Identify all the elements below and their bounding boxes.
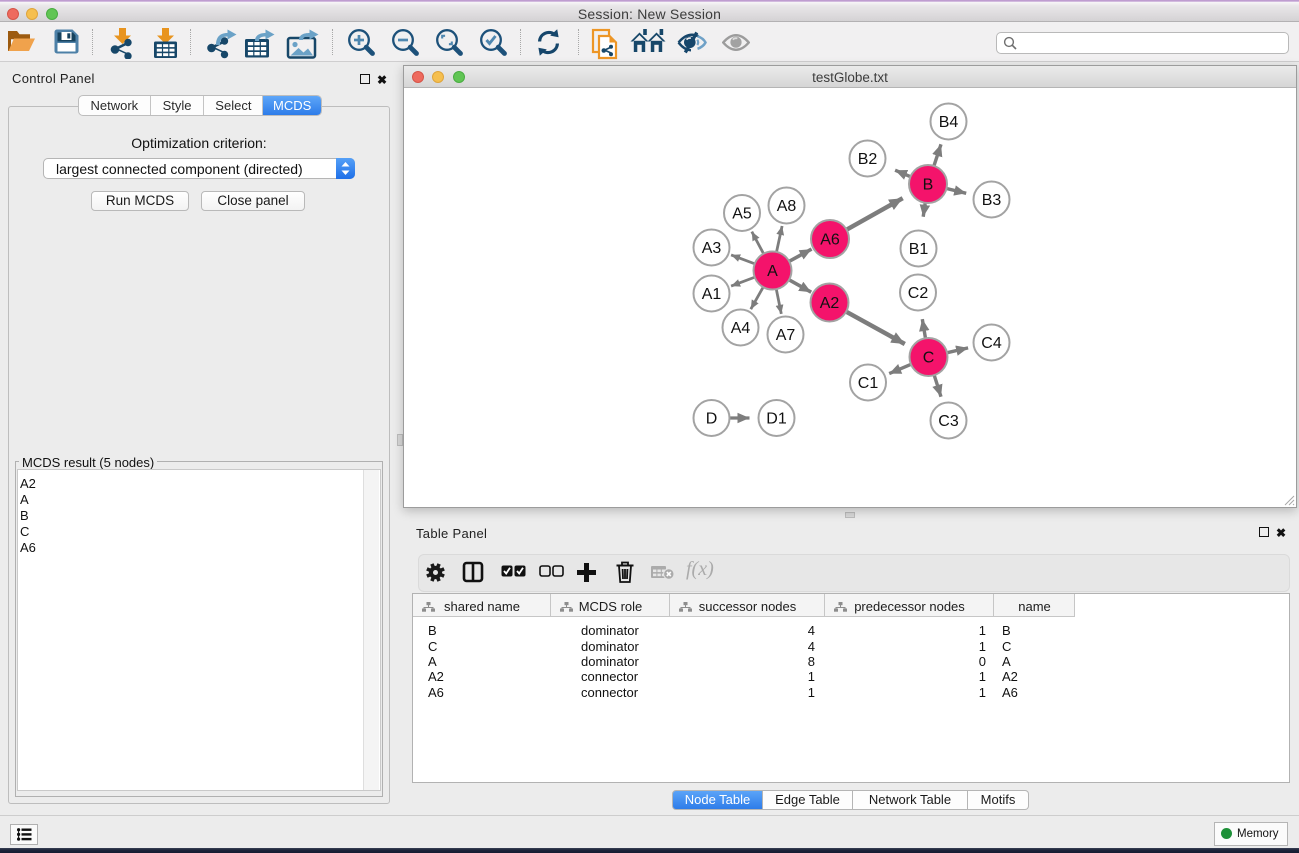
svg-text:D: D <box>706 411 718 428</box>
svg-text:A1: A1 <box>702 286 722 303</box>
svg-text:B1: B1 <box>909 241 929 258</box>
svg-text:B3: B3 <box>982 192 1002 209</box>
svg-text:C1: C1 <box>858 375 879 392</box>
svg-text:A4: A4 <box>731 320 751 337</box>
svg-text:A6: A6 <box>820 232 840 249</box>
svg-text:C4: C4 <box>981 335 1002 352</box>
svg-text:A2: A2 <box>820 295 840 312</box>
svg-text:B2: B2 <box>858 151 878 168</box>
svg-text:A: A <box>767 263 778 280</box>
svg-text:A7: A7 <box>776 327 796 344</box>
svg-text:B: B <box>923 177 934 194</box>
svg-text:D1: D1 <box>766 411 787 428</box>
svg-text:A3: A3 <box>702 240 722 257</box>
svg-text:C: C <box>923 350 935 367</box>
svg-text:C3: C3 <box>938 413 959 430</box>
svg-text:A8: A8 <box>777 198 797 215</box>
svg-text:B4: B4 <box>939 114 959 131</box>
svg-text:A5: A5 <box>732 206 752 223</box>
svg-text:C2: C2 <box>908 285 929 302</box>
